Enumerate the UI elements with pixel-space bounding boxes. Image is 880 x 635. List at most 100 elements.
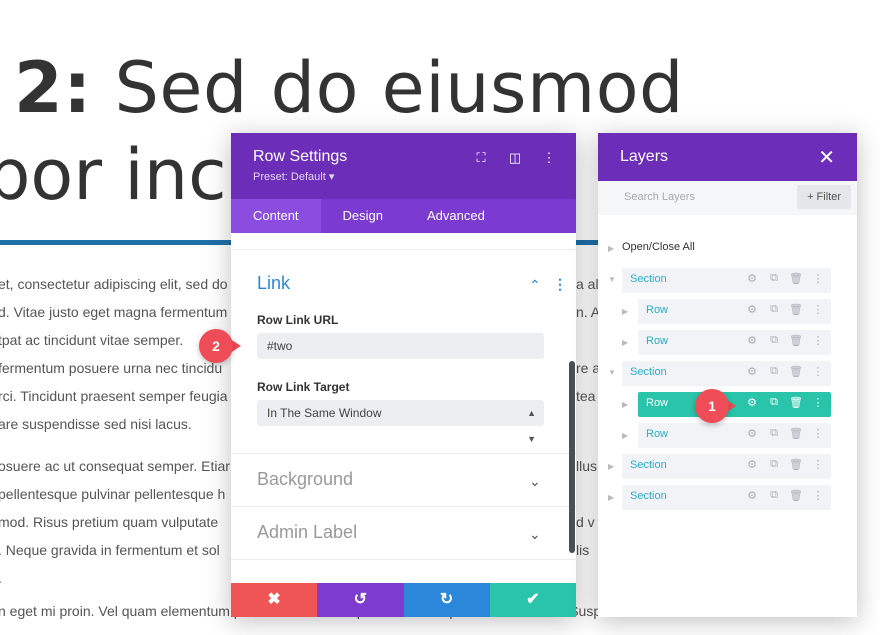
gear-icon[interactable]: ⚙	[745, 489, 759, 502]
trash-icon[interactable]: 🗑	[789, 427, 803, 440]
layer-label: Row	[646, 335, 669, 347]
filter-button[interactable]: + Filter	[797, 185, 851, 209]
tab-design[interactable]: Design	[321, 199, 405, 233]
paragraph-line: et, consectetur adipiscing elit, sed do	[0, 276, 228, 292]
caret-right-icon[interactable]: ▶	[622, 400, 628, 409]
caret-right-icon[interactable]: ▶	[622, 338, 628, 347]
gear-icon[interactable]: ⚙	[745, 396, 759, 409]
caret-right-icon[interactable]: ▶	[608, 493, 614, 502]
layer-row[interactable]: Row ⚙ ⧉ 🗑 ⋮	[638, 423, 831, 448]
layer-label: Row	[646, 397, 669, 409]
chevron-up-icon[interactable]: ⌃	[529, 277, 541, 294]
caret-right-icon[interactable]: ▶	[622, 307, 628, 316]
more-icon[interactable]: ⋮	[811, 334, 825, 347]
admin-label-group-title[interactable]: Admin Label	[257, 522, 357, 543]
paragraph-fragment: n. A	[576, 304, 601, 320]
trash-icon[interactable]: 🗑	[789, 458, 803, 471]
row-link-url-label: Row Link URL	[257, 313, 339, 327]
layer-row[interactable]: Row ⚙ ⧉ 🗑 ⋮	[638, 330, 831, 355]
close-icon[interactable]: ✕	[818, 145, 835, 170]
paragraph-line: . Neque gravida in fermentum et sol	[0, 542, 220, 558]
duplicate-icon[interactable]: ⧉	[767, 489, 781, 502]
paragraph-line: .	[0, 564, 2, 592]
caret-down-icon[interactable]: ▼	[608, 368, 616, 377]
more-icon[interactable]: ⋮	[811, 272, 825, 285]
layer-section[interactable]: Section ⚙ ⧉ 🗑 ⋮	[622, 268, 831, 293]
duplicate-icon[interactable]: ⧉	[767, 303, 781, 316]
duplicate-icon[interactable]: ⧉	[767, 458, 781, 471]
layer-label: Section	[630, 459, 667, 471]
trash-icon[interactable]: 🗑	[789, 303, 803, 316]
open-close-all-toggle[interactable]: Open/Close All	[622, 241, 695, 253]
paragraph-line: are suspendisse sed nisi lacus.	[0, 416, 192, 432]
row-link-target-label: Row Link Target	[257, 380, 350, 394]
duplicate-icon[interactable]: ⧉	[767, 396, 781, 409]
trash-icon[interactable]: 🗑	[789, 272, 803, 285]
link-group-title[interactable]: Link	[257, 273, 290, 294]
layer-section[interactable]: Section ⚙ ⧉ 🗑 ⋮	[622, 454, 831, 479]
undo-button[interactable]: ↺	[317, 583, 404, 617]
layer-row[interactable]: Row ⚙ ⧉ 🗑 ⋮	[638, 299, 831, 324]
background-group-title[interactable]: Background	[257, 469, 353, 490]
modal-header[interactable]: Row Settings Preset: Default ▾ ⛶ ◫ ⋮	[231, 133, 576, 199]
divider	[231, 506, 576, 507]
page-heading: 2: Sed do eiusmod	[14, 48, 684, 128]
duplicate-icon[interactable]: ⧉	[767, 272, 781, 285]
caret-right-icon[interactable]: ▶	[608, 462, 614, 471]
more-icon[interactable]: ⋮	[540, 150, 558, 166]
layer-section[interactable]: Section ⚙ ⧉ 🗑 ⋮	[622, 361, 831, 386]
trash-icon[interactable]: 🗑	[789, 334, 803, 347]
caret-right-icon[interactable]: ▶	[622, 431, 628, 440]
duplicate-icon[interactable]: ⧉	[767, 427, 781, 440]
more-icon[interactable]: ⋮	[811, 427, 825, 440]
layer-label: Row	[646, 428, 669, 440]
layer-label: Row	[646, 304, 669, 316]
redo-button[interactable]: ↻	[403, 583, 490, 617]
more-icon[interactable]: ⋮	[811, 489, 825, 502]
row-link-target-select[interactable]: In The Same Window ▲ ▼	[257, 400, 544, 444]
layer-section[interactable]: Section ⚙ ⧉ 🗑 ⋮	[622, 485, 831, 510]
row-link-url-input[interactable]: #two	[257, 333, 544, 359]
gear-icon[interactable]: ⚙	[745, 334, 759, 347]
gear-icon[interactable]: ⚙	[745, 427, 759, 440]
duplicate-icon[interactable]: ⧉	[767, 365, 781, 378]
chevron-down-icon[interactable]: ⌄	[529, 473, 541, 490]
step-badge-1: 1	[695, 389, 729, 423]
preset-dropdown[interactable]: Preset: Default ▾	[253, 170, 554, 183]
gear-icon[interactable]: ⚙	[745, 458, 759, 471]
expand-icon[interactable]: ⛶	[472, 150, 490, 166]
tab-content[interactable]: Content	[231, 199, 321, 233]
layers-panel: Layers ✕ Search Layers + Filter ▶ Open/C…	[598, 133, 857, 617]
paragraph-line: tpat ac tincidunt vitae semper.	[0, 332, 184, 348]
more-icon[interactable]: ⋮	[811, 458, 825, 471]
layers-title: Layers	[620, 148, 669, 165]
duplicate-icon[interactable]: ⧉	[767, 334, 781, 347]
select-arrows-icon: ▲ ▼	[527, 408, 536, 444]
discard-button[interactable]: ✖	[231, 583, 318, 617]
chevron-down-icon[interactable]: ⌄	[529, 526, 541, 543]
search-input[interactable]: Search Layers	[624, 191, 695, 203]
save-button[interactable]: ✔	[489, 583, 576, 617]
more-options-icon[interactable]: ⋮	[553, 276, 567, 293]
paragraph-line: fermentum posuere urna nec tincidu	[0, 360, 223, 376]
trash-icon[interactable]: 🗑	[789, 489, 803, 502]
more-icon[interactable]: ⋮	[811, 365, 825, 378]
paragraph-line: d. Vitae justo eget magna fermentum	[0, 304, 228, 320]
tab-advanced[interactable]: Advanced	[405, 199, 507, 233]
scrollbar[interactable]	[569, 361, 575, 553]
more-icon[interactable]: ⋮	[811, 396, 825, 409]
trash-icon[interactable]: 🗑	[789, 365, 803, 378]
layers-header[interactable]: Layers ✕	[598, 133, 857, 181]
caret-down-icon[interactable]: ▼	[608, 275, 616, 284]
split-view-icon[interactable]: ◫	[506, 150, 524, 166]
divider	[231, 559, 576, 560]
layer-label: Section	[630, 490, 667, 502]
page-heading-line2: por inci	[0, 134, 247, 216]
more-icon[interactable]: ⋮	[811, 303, 825, 316]
gear-icon[interactable]: ⚙	[745, 365, 759, 378]
row-settings-modal: Row Settings Preset: Default ▾ ⛶ ◫ ⋮ Con…	[231, 133, 576, 617]
paragraph-line: pellentesque pulvinar pellentesque h	[0, 486, 226, 502]
gear-icon[interactable]: ⚙	[745, 272, 759, 285]
trash-icon[interactable]: 🗑	[789, 396, 803, 409]
gear-icon[interactable]: ⚙	[745, 303, 759, 316]
